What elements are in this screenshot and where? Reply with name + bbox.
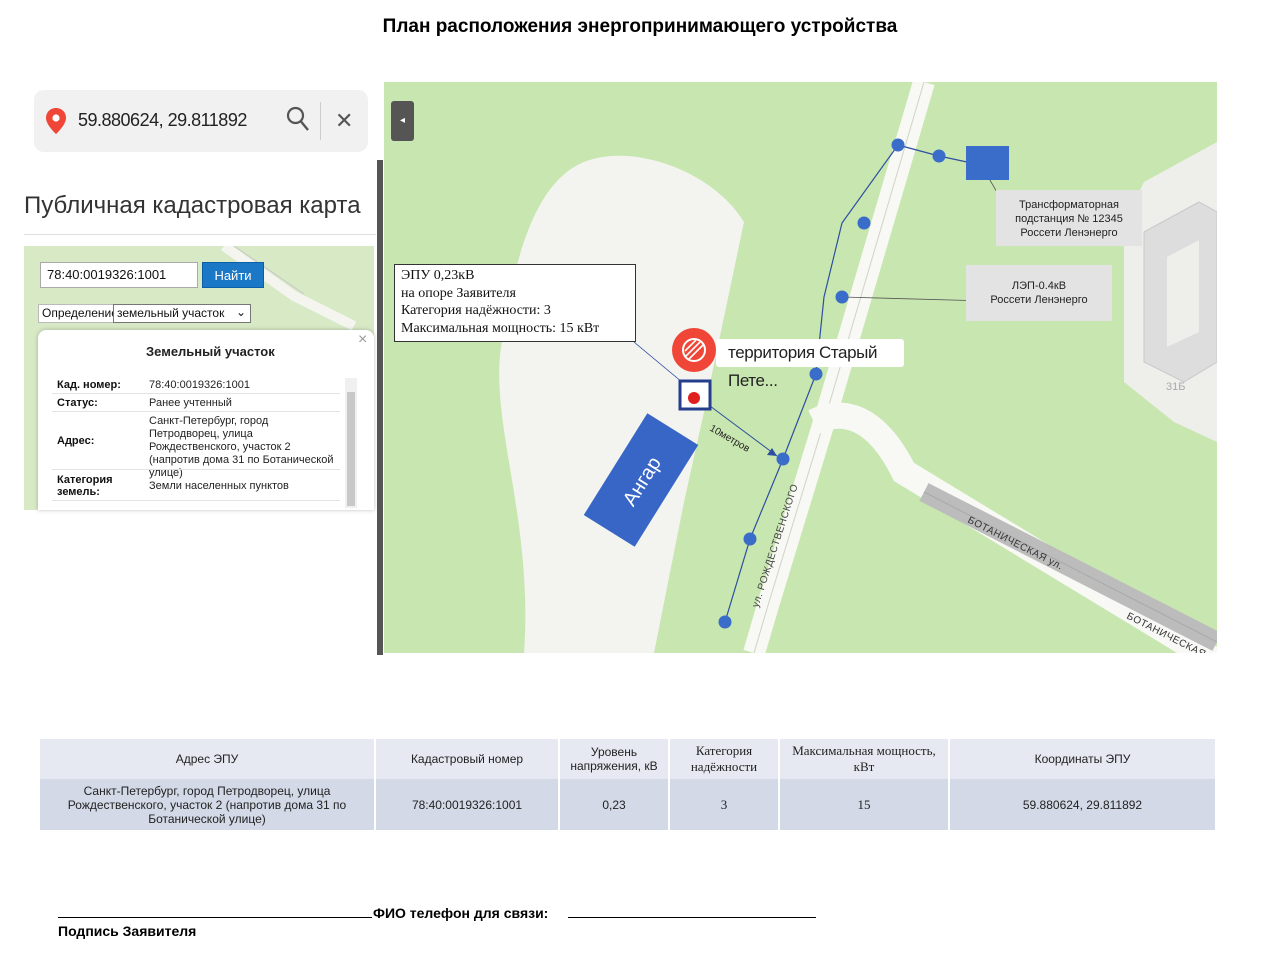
- signature-line: [58, 917, 372, 918]
- kv-value: Санкт-Петербург, город Петродворец, улиц…: [149, 415, 334, 479]
- pole-dot: [743, 532, 757, 546]
- transformer-square: [966, 146, 1009, 180]
- cadastral-number-input[interactable]: 78:40:0019326:1001: [40, 262, 198, 288]
- pole-dot: [835, 290, 849, 304]
- label-line: Россети Ленэнерго: [990, 294, 1088, 306]
- search-input[interactable]: 59.880624, 29.811892: [78, 110, 247, 131]
- label-line: Россети Ленэнерго: [1020, 227, 1118, 239]
- map[interactable]: Ангар 10метров ул. РОЖДЕСТВЕНСКОГО БОТАН…: [384, 82, 1217, 653]
- close-icon[interactable]: ✕: [335, 108, 353, 134]
- close-icon[interactable]: ×: [358, 331, 367, 349]
- table-cell: 0,23: [559, 779, 670, 830]
- signature-label: Подпись Заявителя: [58, 923, 197, 939]
- kv-key: Категория земель:: [57, 474, 113, 498]
- epu-dot: [688, 392, 700, 404]
- divider: [52, 411, 340, 412]
- divider: [52, 500, 340, 501]
- table-header: Уровень напряжения, кВ: [559, 739, 670, 779]
- divider: [24, 234, 376, 235]
- substation-label: Трансформаторная подстанция № 12345 Росс…: [996, 190, 1142, 246]
- label-line: ЛЭП-0.4кВ: [1011, 280, 1067, 292]
- epu-callout: ЭПУ 0,23кВ на опоре Заявителя Категория …: [394, 264, 636, 342]
- epu-table: Адрес ЭПУ Кадастровый номер Уровень напр…: [40, 739, 1217, 830]
- divider: [52, 393, 340, 394]
- phone-line: [568, 917, 816, 918]
- label-line: Трансформаторная: [1019, 199, 1119, 211]
- table-cell: 78:40:0019326:1001: [375, 779, 560, 830]
- table-header: Кадастровый номер: [375, 739, 560, 779]
- location-pin-icon: [672, 328, 716, 372]
- power-line-label: ЛЭП-0.4кВ Россети Ленэнерго: [966, 265, 1112, 321]
- territory-label[interactable]: территория Старый Пете...: [716, 339, 904, 390]
- page-title: План расположения энергопринимающего уст…: [382, 16, 898, 37]
- callout-line: ЭПУ 0,23кВ: [401, 268, 475, 283]
- kv-value: Земли населенных пунктов: [149, 480, 289, 492]
- table-header: Категория надёжности: [669, 739, 780, 779]
- definition-select[interactable]: земельный участок ⌄: [113, 304, 251, 323]
- pole-dot: [932, 149, 946, 163]
- callout-line: Категория надёжности: 3: [401, 303, 551, 318]
- divider: [52, 469, 340, 470]
- table-cell: Санкт-Петербург, город Петродворец, улиц…: [40, 779, 376, 830]
- kv-key: Статус:: [57, 397, 98, 409]
- table-header: Координаты ЭПУ: [949, 739, 1217, 779]
- table-cell: 59.880624, 29.811892: [949, 779, 1217, 830]
- info-card-title: Земельный участок: [146, 344, 275, 359]
- pole-dot: [776, 452, 790, 466]
- table-header: Максимальная мощность, кВт: [779, 739, 950, 779]
- location-pin-icon: [46, 108, 66, 139]
- panel-title: Публичная кадастровая карта: [24, 192, 361, 219]
- search-divider: [320, 102, 321, 140]
- pole-dot: [857, 216, 871, 230]
- find-button[interactable]: Найти: [202, 262, 264, 288]
- definition-select-value: земельный участок: [117, 306, 225, 320]
- fio-phone-label: ФИО телефон для связи:: [373, 905, 549, 921]
- kv-value: 78:40:0019326:1001: [149, 379, 250, 391]
- pole-dot: [809, 367, 823, 381]
- callout-line: Максимальная мощность: 15 кВт: [401, 320, 600, 336]
- callout-line: на опоре Заявителя: [401, 285, 516, 301]
- pole-dot: [718, 615, 732, 629]
- kv-value: Ранее учтенный: [149, 397, 232, 409]
- pole-dot: [891, 138, 905, 152]
- scrollbar-thumb[interactable]: [347, 392, 355, 506]
- search-icon[interactable]: [286, 106, 310, 137]
- kv-key: Адрес:: [57, 435, 95, 447]
- scrollbar[interactable]: [377, 160, 383, 655]
- table-cell: 3: [669, 779, 780, 830]
- label-line: подстанция № 12345: [1015, 213, 1123, 225]
- kv-key: Кад. номер:: [57, 379, 121, 391]
- table-header-row: Адрес ЭПУ Кадастровый номер Уровень напр…: [40, 739, 1217, 779]
- chevron-down-icon: ⌄: [235, 305, 246, 319]
- building-number: 31Б: [1166, 381, 1185, 393]
- collapse-panel-button[interactable]: ◂: [391, 101, 414, 141]
- table-header: Адрес ЭПУ: [40, 739, 376, 779]
- table-row: Санкт-Петербург, город Петродворец, улиц…: [40, 779, 1217, 830]
- table-cell: 15: [779, 779, 950, 830]
